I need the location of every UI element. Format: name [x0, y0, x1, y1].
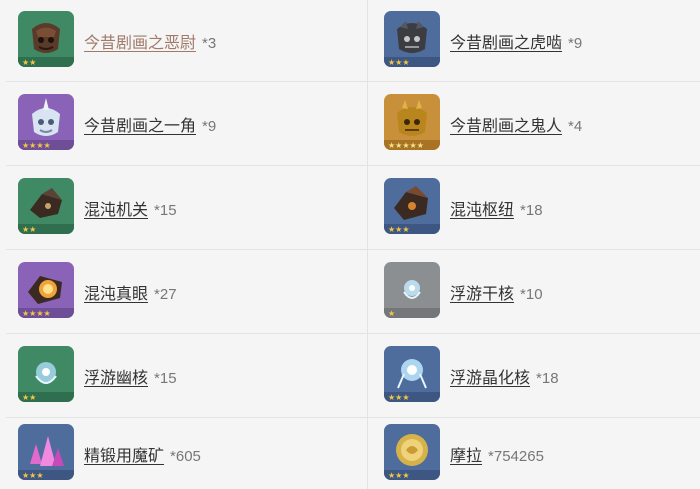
svg-text:★★★★★: ★★★★★: [388, 141, 424, 150]
material-name-link[interactable]: 混沌枢纽: [450, 202, 514, 219]
material-count: *18: [520, 201, 543, 219]
material-name-link[interactable]: 今昔剧画之一角: [84, 118, 196, 135]
mist-grass-icon[interactable]: ★: [384, 261, 440, 318]
material-item: ★★★ 混沌枢纽 *18: [368, 166, 700, 250]
material-item: ★ 浮游干核 *10: [368, 250, 700, 334]
svg-text:★★: ★★: [22, 393, 36, 402]
svg-text:★: ★: [388, 309, 395, 318]
material-name-link[interactable]: 浮游幽核: [84, 370, 148, 387]
material-item: ★★ 浮游幽核 *15: [6, 334, 368, 418]
mask-tiger-icon[interactable]: ★★★: [384, 10, 440, 67]
material-count: *9: [568, 34, 583, 52]
enhancement-ore-icon[interactable]: ★★★: [18, 423, 74, 480]
svg-text:★★★: ★★★: [388, 393, 410, 402]
material-name-link[interactable]: 精锻用魔矿: [84, 448, 164, 465]
svg-text:★★: ★★: [22, 58, 36, 67]
mora-coin-icon[interactable]: ★★★: [384, 423, 440, 480]
material-count: *15: [154, 369, 177, 387]
material-count: *9: [202, 117, 217, 135]
mask-dark-icon[interactable]: ★★: [18, 10, 74, 67]
material-name-link[interactable]: 混沌真眼: [84, 286, 148, 303]
material-name-link[interactable]: 今昔剧画之鬼人: [450, 118, 562, 135]
svg-text:★★★: ★★★: [388, 471, 410, 480]
material-item: ★★★ 浮游晶化核 *18: [368, 334, 700, 418]
material-name-link[interactable]: 浮游晶化核: [450, 370, 530, 387]
material-item: ★★★ 今昔剧画之虎啮 *9: [368, 0, 700, 82]
svg-text:★★★★: ★★★★: [22, 309, 51, 318]
material-item: ★★ 混沌机关 *15: [6, 166, 368, 250]
material-count: *754265: [488, 447, 544, 465]
material-name-link[interactable]: 混沌机关: [84, 202, 148, 219]
material-name-link[interactable]: 今昔剧画之恶尉: [84, 35, 196, 52]
chaos-circuit-icon[interactable]: ★★★: [384, 177, 440, 234]
material-count: *4: [568, 117, 583, 135]
material-name-link[interactable]: 浮游干核: [450, 286, 514, 303]
material-grid: ★★ 今昔剧画之恶尉 *3 ★★★ 今昔剧画之虎啮 *9 ★★★★ 今昔剧画之一…: [6, 0, 700, 489]
material-item: ★★ 今昔剧画之恶尉 *3: [6, 0, 368, 82]
mask-oni-icon[interactable]: ★★★★★: [384, 93, 440, 150]
svg-text:★★★: ★★★: [22, 471, 44, 480]
material-item: ★★★★★ 今昔剧画之鬼人 *4: [368, 82, 700, 166]
mask-horn-icon[interactable]: ★★★★: [18, 93, 74, 150]
svg-text:★★: ★★: [22, 225, 36, 234]
material-item: ★★★★ 混沌真眼 *27: [6, 250, 368, 334]
mist-crystal-icon[interactable]: ★★★: [384, 345, 440, 402]
material-item: ★★★★ 今昔剧画之一角 *9: [6, 82, 368, 166]
mist-pollen-icon[interactable]: ★★: [18, 345, 74, 402]
svg-text:★★★: ★★★: [388, 225, 410, 234]
material-count: *10: [520, 285, 543, 303]
chaos-device-icon[interactable]: ★★: [18, 177, 74, 234]
material-item: ★★★ 摩拉 *754265: [368, 418, 700, 489]
svg-text:★★★: ★★★: [388, 58, 410, 67]
material-count: *27: [154, 285, 177, 303]
chaos-core-icon[interactable]: ★★★★: [18, 261, 74, 318]
material-count: *15: [154, 201, 177, 219]
material-name-link[interactable]: 摩拉: [450, 448, 482, 465]
material-count: *605: [170, 447, 201, 465]
material-count: *18: [536, 369, 559, 387]
material-name-link[interactable]: 今昔剧画之虎啮: [450, 35, 562, 52]
svg-text:★★★★: ★★★★: [22, 141, 51, 150]
material-item: ★★★ 精锻用魔矿 *605: [6, 418, 368, 489]
material-count: *3: [202, 34, 217, 52]
